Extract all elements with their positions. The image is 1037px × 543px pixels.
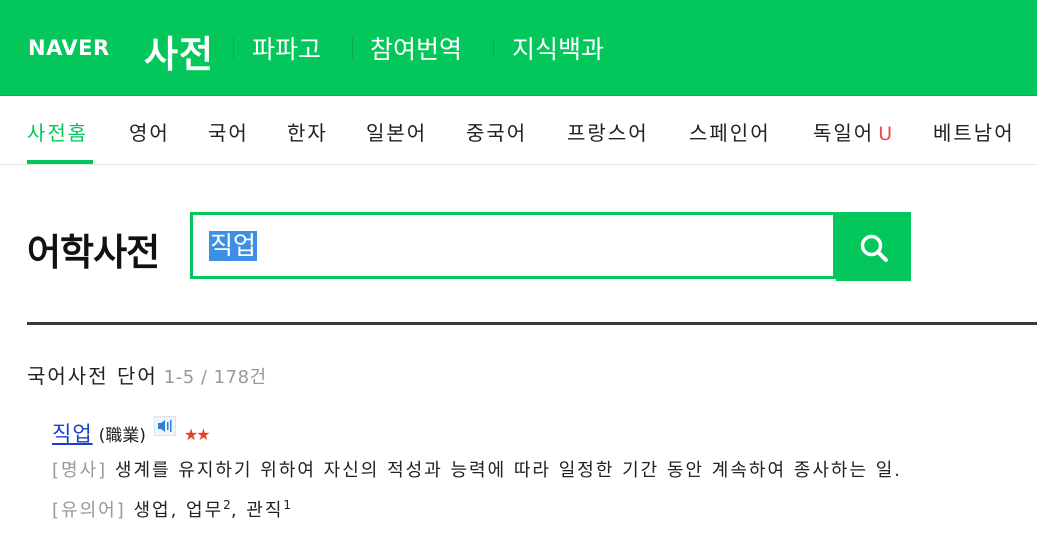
active-tab-indicator <box>27 160 93 164</box>
tab-spanish[interactable]: 스페인어 <box>689 117 771 146</box>
tab-french[interactable]: 프랑스어 <box>567 117 649 146</box>
synonym-tag: [유의어] <box>52 500 126 521</box>
section-title-text: 국어사전 단어 <box>27 364 158 388</box>
search-title: 어학사전 <box>27 231 160 274</box>
importance-stars: ★★ <box>183 425 211 444</box>
tab-german-label: 독일어 <box>813 121 875 145</box>
tab-japanese[interactable]: 일본어 <box>366 117 427 146</box>
divider <box>233 37 234 59</box>
divider <box>352 37 353 59</box>
tab-hanja[interactable]: 한자 <box>287 117 328 146</box>
search-button[interactable] <box>836 212 911 281</box>
update-badge: U <box>878 123 893 145</box>
pos-tag: [명사] <box>52 460 108 481</box>
entry-synonyms: [유의어] 생업, 업무2, 관직1 <box>52 498 292 521</box>
divider <box>493 37 494 59</box>
speaker-icon[interactable] <box>153 415 177 437</box>
tab-chinese[interactable]: 중국어 <box>466 117 527 146</box>
result-entry: 직업 (職業) ★★ <box>52 415 211 448</box>
dictionary-tabs: 사전홈 영어 국어 한자 일본어 중국어 프랑스어 스페인어 독일어 U 베트남어 <box>0 96 1037 165</box>
entry-word-link[interactable]: 직업 <box>52 422 93 446</box>
section-title: 국어사전 단어 1-5 / 178건 <box>27 360 267 389</box>
definition-text: 생계를 유지하기 위하여 자신의 적성과 능력에 따라 일정한 기간 동안 계속… <box>114 460 903 481</box>
search-icon <box>860 234 888 262</box>
top-header: NAVER 사전 파파고 참여번역 지식백과 <box>0 0 1037 96</box>
tab-english[interactable]: 영어 <box>129 117 170 146</box>
synonym-link[interactable]: 관직 <box>246 500 283 521</box>
synonym-link[interactable]: 업무 <box>186 500 223 521</box>
divider <box>27 322 1037 325</box>
entry-hanja: (職業) <box>98 426 146 446</box>
naver-logo[interactable]: NAVER <box>28 36 110 60</box>
encyclopedia-link[interactable]: 지식백과 <box>512 30 604 66</box>
tab-korean[interactable]: 국어 <box>208 117 249 146</box>
homonym-number: 1 <box>283 498 292 512</box>
search-input[interactable]: 직업 <box>190 212 836 279</box>
search-input-value[interactable]: 직업 <box>209 231 258 261</box>
homonym-number: 2 <box>223 498 231 512</box>
synonym-link[interactable]: 생업 <box>133 500 170 521</box>
entry-definition: [명사] 생계를 유지하기 위하여 자신의 적성과 능력에 따라 일정한 기간 … <box>52 456 902 482</box>
papago-link[interactable]: 파파고 <box>252 30 321 66</box>
tab-german[interactable]: 독일어 U <box>813 117 892 146</box>
tab-vietnamese[interactable]: 베트남어 <box>933 117 1015 146</box>
community-translation-link[interactable]: 참여번역 <box>370 30 462 66</box>
service-title[interactable]: 사전 <box>144 24 214 78</box>
tab-home[interactable]: 사전홈 <box>27 117 88 146</box>
result-count: 1-5 / 178건 <box>163 367 267 388</box>
